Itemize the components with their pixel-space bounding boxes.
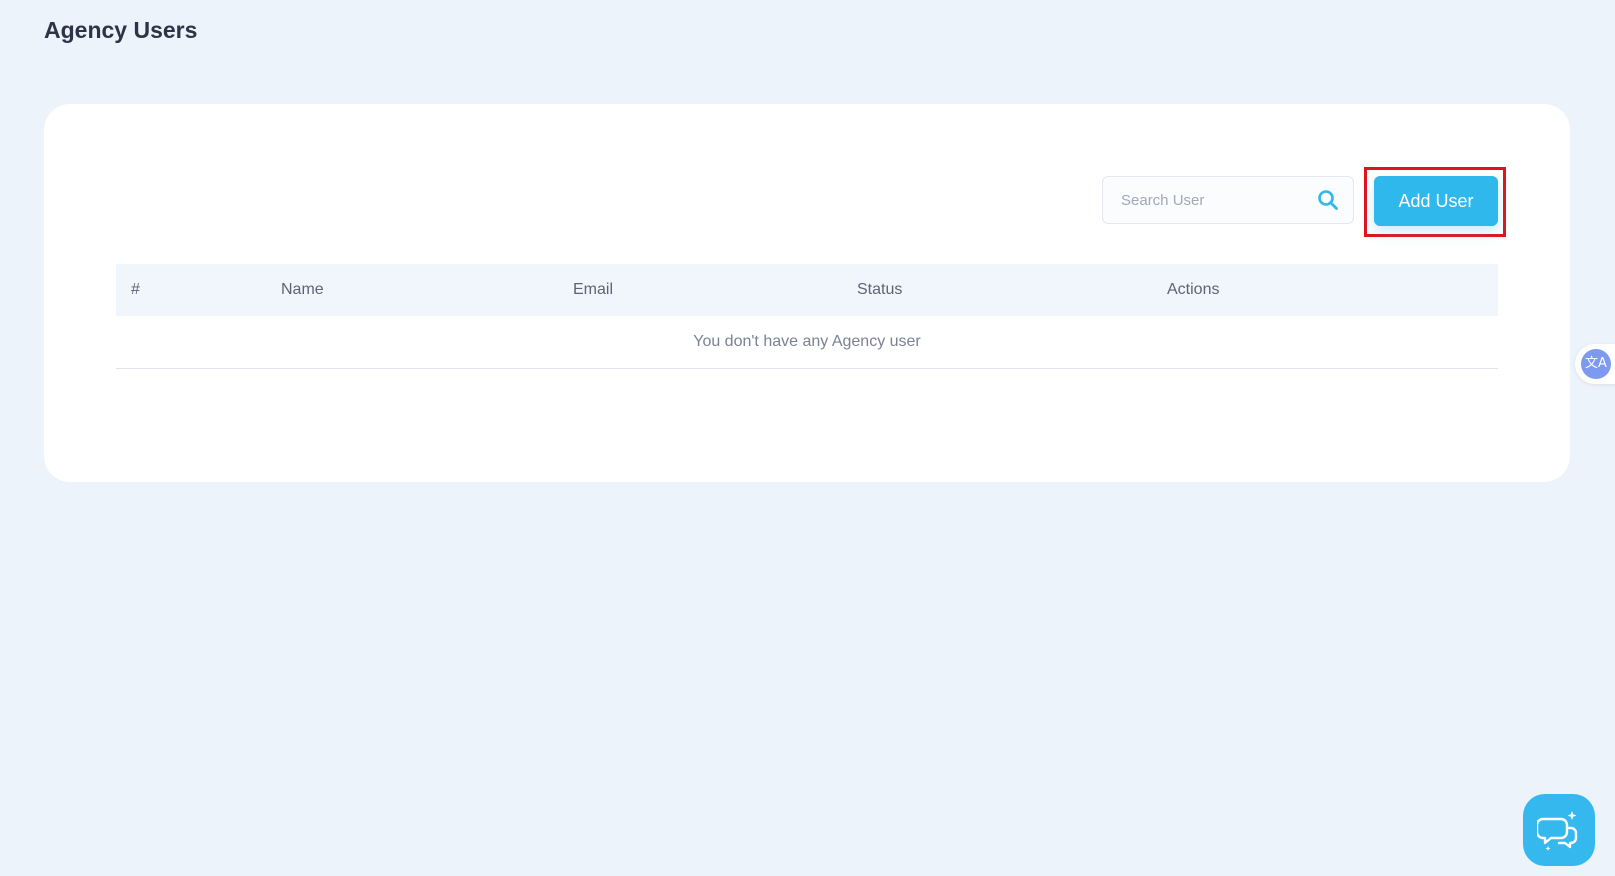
column-header-number: # bbox=[131, 281, 140, 298]
page-title: Agency Users bbox=[44, 17, 198, 43]
translate-icon[interactable]: 文A bbox=[1581, 349, 1611, 379]
table-header-row: # Name Email Status Actions bbox=[116, 264, 1498, 316]
users-table: # Name Email Status Actions You don't ha… bbox=[116, 264, 1498, 369]
table-empty-row: You don't have any Agency user bbox=[116, 316, 1498, 369]
add-user-button[interactable]: Add User bbox=[1374, 176, 1498, 226]
search-icon[interactable] bbox=[1317, 189, 1339, 211]
column-header-name: Name bbox=[281, 281, 324, 298]
translate-widget[interactable]: 文A bbox=[1575, 344, 1615, 384]
column-header-email: Email bbox=[573, 281, 614, 298]
column-header-status: Status bbox=[857, 281, 903, 298]
search-box[interactable] bbox=[1102, 176, 1354, 224]
users-card: Add User # Name Email Status Actions You… bbox=[44, 104, 1570, 482]
empty-table-message: You don't have any Agency user bbox=[116, 316, 1498, 369]
search-input[interactable] bbox=[1103, 177, 1321, 223]
column-header-actions: Actions bbox=[1167, 281, 1220, 298]
chat-support-button[interactable] bbox=[1523, 794, 1595, 866]
chat-bubbles-sparkle-icon bbox=[1535, 808, 1581, 852]
